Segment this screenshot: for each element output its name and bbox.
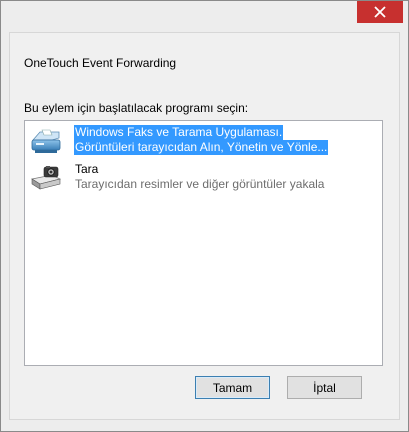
program-title: Windows Faks ve Tarama Uygulaması. [74, 125, 284, 140]
list-item-tara[interactable]: Tara Tarayıcıdan resimler ve diğer görün… [29, 161, 369, 195]
title-bar[interactable] [1, 1, 408, 31]
list-item-text: Tara Tarayıcıdan resimler ve diğer görün… [74, 162, 325, 192]
list-item-windows-fax-scan[interactable]: Windows Faks ve Tarama Uygulaması. Görün… [29, 124, 369, 158]
cancel-button[interactable]: İptal [287, 376, 362, 399]
close-icon [374, 6, 386, 18]
scanner-camera-icon [30, 163, 62, 193]
close-button[interactable] [357, 1, 403, 23]
program-description: Görüntüleri tarayıcıdan Alın, Yönetin ve… [74, 140, 329, 155]
program-title: Tara [75, 162, 99, 176]
program-description: Tarayıcıdan resimler ve diğer görüntüler… [75, 177, 325, 191]
program-list[interactable]: Windows Faks ve Tarama Uygulaması. Görün… [24, 120, 383, 366]
ok-button[interactable]: Tamam [195, 376, 270, 399]
program-prompt: Bu eylem için başlatılacak programı seçi… [24, 101, 249, 115]
dialog-heading: OneTouch Event Forwarding [24, 56, 177, 70]
list-item-text: Windows Faks ve Tarama Uygulaması. Görün… [74, 125, 329, 155]
fax-scanner-icon [30, 126, 62, 156]
dialog-window: OneTouch Event Forwarding Bu eylem için … [0, 0, 409, 432]
dialog-content: OneTouch Event Forwarding Bu eylem için … [9, 32, 400, 420]
